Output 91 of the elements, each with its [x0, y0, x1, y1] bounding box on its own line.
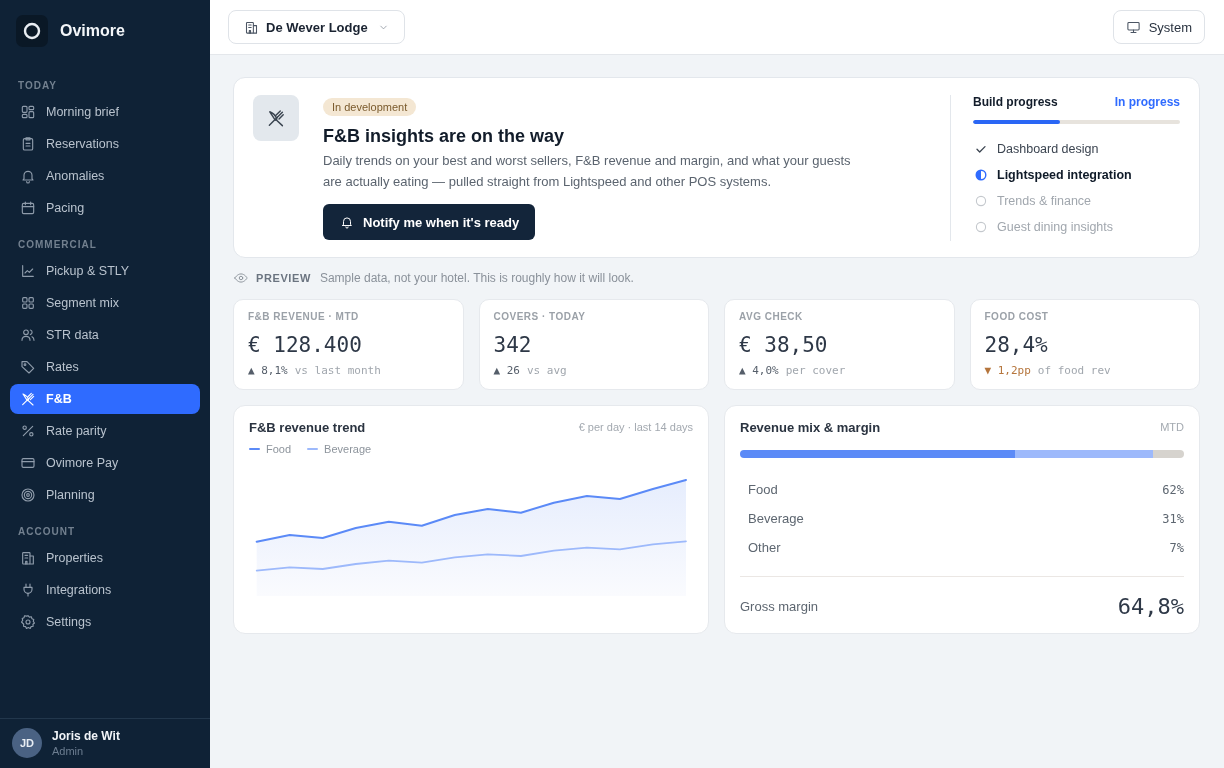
half-filled-circle-icon: [975, 169, 987, 181]
step-label: Lightspeed integration: [997, 168, 1132, 182]
sidebar-item[interactable]: Pacing: [10, 193, 200, 223]
kpi-value: 28,4%: [984, 332, 1049, 358]
kpi-change: ▼ 1,2pp: [984, 364, 1031, 378]
calendar-icon: [20, 200, 36, 216]
circle-icon: [975, 221, 987, 233]
kpi-note: per cover: [785, 364, 846, 378]
sidebar-item[interactable]: F&B: [10, 384, 200, 414]
eye-icon: [234, 271, 248, 285]
section-label: ACCOUNT: [17, 526, 76, 538]
card-title: F&B revenue trend: [249, 419, 366, 435]
sidebar-item[interactable]: Integrations: [10, 575, 200, 605]
kpi-value: € 128.400: [248, 332, 363, 358]
mix-label: Other: [748, 540, 781, 555]
sidebar-item[interactable]: Settings: [10, 607, 200, 637]
kpi-label: COVERS · TODAY: [493, 311, 587, 323]
brand-name: Ovimore: [60, 22, 125, 40]
sidebar-item[interactable]: Rate parity: [10, 416, 200, 446]
kpi-change: ▲ 26: [493, 364, 520, 378]
preview-label: PREVIEW: [256, 272, 311, 284]
kpi-label: FOOD COST: [984, 311, 1050, 323]
margin-label: Gross margin: [740, 598, 819, 614]
clipboard-icon: [20, 136, 36, 152]
mix-value: 7%: [1169, 540, 1184, 555]
dashboard-icon: [20, 104, 36, 120]
plug-icon: [20, 582, 36, 598]
kpi-note: vs last month: [294, 364, 381, 378]
user-role: Admin: [52, 743, 85, 758]
monitor-icon: [1125, 19, 1141, 35]
kpi-label: AVG CHECK: [739, 311, 804, 323]
avatar: JD: [12, 728, 42, 758]
preview-note: Sample data, not your hotel. This is roughly how it will look.: [319, 271, 634, 285]
mix-label: Beverage: [748, 511, 804, 526]
sidebar-item[interactable]: Reservations: [10, 129, 200, 159]
notify-button[interactable]: Notify me when it's ready: [323, 204, 536, 240]
people-icon: [20, 327, 36, 343]
margin-value: 64,8%: [1117, 593, 1184, 619]
sidebar-item[interactable]: Morning brief: [10, 97, 200, 127]
mix-value: 62%: [1162, 482, 1184, 497]
banner-description: Daily trends on your best and worst sellers, F&B revenue and margin, and what your guests are actually eating — pulled straight from Lightspeed and other POS systems.: [323, 152, 852, 191]
bell-icon: [20, 168, 36, 184]
kpi-change: ▲ 4,0%: [739, 364, 779, 378]
fork-knife-icon: [20, 391, 36, 407]
tag-icon: [20, 359, 36, 375]
banner-title: F&B insights are on the way: [323, 125, 565, 148]
progress-status: In progress: [1114, 95, 1180, 109]
card-title: Revenue mix & margin: [740, 419, 881, 435]
section-label: COMMERCIAL: [17, 239, 98, 251]
bell-icon: [340, 215, 354, 229]
kpi-label: F&B REVENUE · MTD: [248, 311, 360, 323]
grid-icon: [20, 295, 36, 311]
legend-label: Beverage: [324, 443, 372, 455]
sidebar-item[interactable]: Anomalies: [10, 161, 200, 191]
progress-title: Build progress: [973, 95, 1058, 109]
target-icon: [20, 487, 36, 503]
sidebar-item[interactable]: Segment mix: [10, 288, 200, 318]
kpi-note: of food rev: [1037, 364, 1111, 378]
sidebar-item[interactable]: Ovimore Pay: [10, 448, 200, 478]
circle-icon: [975, 195, 987, 207]
mix-value: 31%: [1162, 511, 1184, 526]
card-subtitle: MTD: [1160, 421, 1184, 433]
percent-icon: [20, 423, 36, 439]
section-label: TODAY: [17, 80, 58, 92]
card-icon: [20, 455, 36, 471]
fork-knife-icon: [253, 95, 299, 141]
kpi-value: € 38,50: [739, 332, 829, 358]
status-badge: In development: [323, 98, 417, 116]
sidebar-item[interactable]: Pickup & STLY: [10, 256, 200, 286]
legend-label: Food: [266, 443, 292, 455]
building-icon: [20, 550, 36, 566]
theme-button[interactable]: System: [1112, 10, 1205, 44]
building-icon: [244, 19, 259, 35]
sidebar-item[interactable]: STR data: [10, 320, 200, 350]
card-subtitle: € per day · last 14 days: [578, 421, 693, 433]
line-chart-icon: [20, 263, 36, 279]
sidebar-item[interactable]: Properties: [10, 543, 200, 573]
step-label: Dashboard design: [997, 142, 1099, 156]
sidebar-item[interactable]: Planning: [10, 480, 200, 510]
kpi-note: vs avg: [527, 364, 567, 378]
logo-icon: [16, 15, 48, 47]
user-name: Joris de Wit: [52, 728, 120, 744]
kpi-value: 342: [493, 332, 533, 358]
sidebar-item[interactable]: Rates: [10, 352, 200, 382]
mix-label: Food: [748, 482, 778, 497]
settings-icon: [20, 614, 36, 630]
step-label: Trends & finance: [997, 194, 1092, 208]
property-selector[interactable]: De Wever Lodge: [228, 10, 405, 44]
kpi-change: ▲ 8,1%: [248, 364, 288, 378]
step-label: Guest dining insights: [997, 220, 1114, 234]
check-icon: [975, 143, 987, 155]
